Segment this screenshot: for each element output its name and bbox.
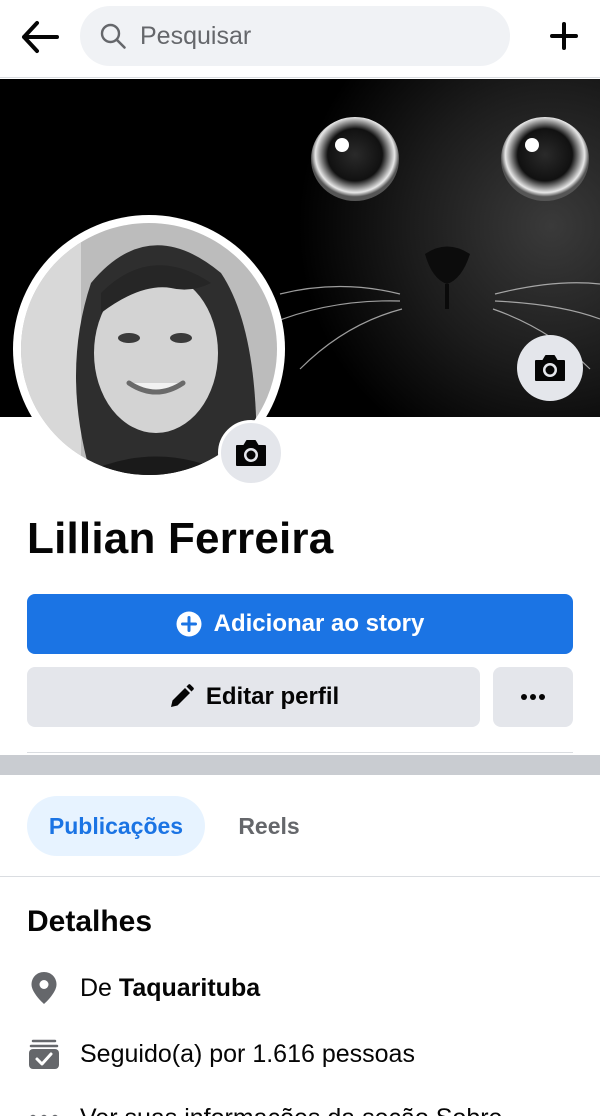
hometown-value[interactable]: Taquarituba	[119, 974, 260, 1002]
tab-posts[interactable]: Publicações	[27, 796, 205, 856]
profile-page: Lillian Ferreira Adicionar ao story Edit…	[0, 0, 600, 1116]
edit-profile-label: Editar perfil	[205, 683, 340, 710]
followers-icon	[27, 1034, 61, 1074]
tab-reels[interactable]: Reels	[214, 796, 324, 856]
map-pin-icon	[27, 968, 61, 1008]
about-text[interactable]: Ver suas informações da seção Sobre	[80, 1104, 502, 1116]
pencil-icon	[170, 684, 194, 707]
search-bar[interactable]	[80, 6, 510, 66]
more-options-button[interactable]	[493, 667, 573, 727]
plus-icon	[550, 22, 578, 50]
edit-cover-button[interactable]	[517, 335, 583, 401]
add-to-story-label: Adicionar ao story	[213, 610, 425, 637]
followers-text[interactable]: Seguido(a) por 1.616 pessoas	[80, 1040, 415, 1069]
profile-name: Lillian Ferreira	[27, 514, 334, 563]
back-button[interactable]	[14, 12, 66, 62]
detail-followers: Seguido(a) por 1.616 pessoas	[27, 1034, 415, 1074]
arrow-left-icon	[22, 21, 59, 53]
top-bar	[0, 0, 600, 78]
hometown-prefix: De	[80, 973, 112, 1002]
camera-icon	[535, 355, 565, 381]
search-icon	[98, 21, 128, 51]
create-button[interactable]	[548, 14, 580, 58]
plus-circle-icon	[176, 611, 202, 637]
section-divider	[0, 755, 600, 775]
edit-profile-button[interactable]: Editar perfil	[27, 667, 480, 727]
ellipsis-icon	[27, 1098, 61, 1116]
divider	[27, 752, 573, 753]
ellipsis-icon	[521, 694, 545, 700]
detail-hometown: De Taquarituba	[27, 968, 260, 1008]
camera-icon	[236, 440, 266, 466]
detail-about[interactable]: Ver suas informações da seção Sobre	[27, 1098, 502, 1116]
edit-profile-picture-button[interactable]	[218, 420, 284, 486]
details-title: Detalhes	[27, 905, 153, 938]
tabs-divider	[0, 876, 600, 877]
search-input[interactable]	[140, 21, 480, 51]
add-to-story-button[interactable]: Adicionar ao story	[27, 594, 573, 654]
